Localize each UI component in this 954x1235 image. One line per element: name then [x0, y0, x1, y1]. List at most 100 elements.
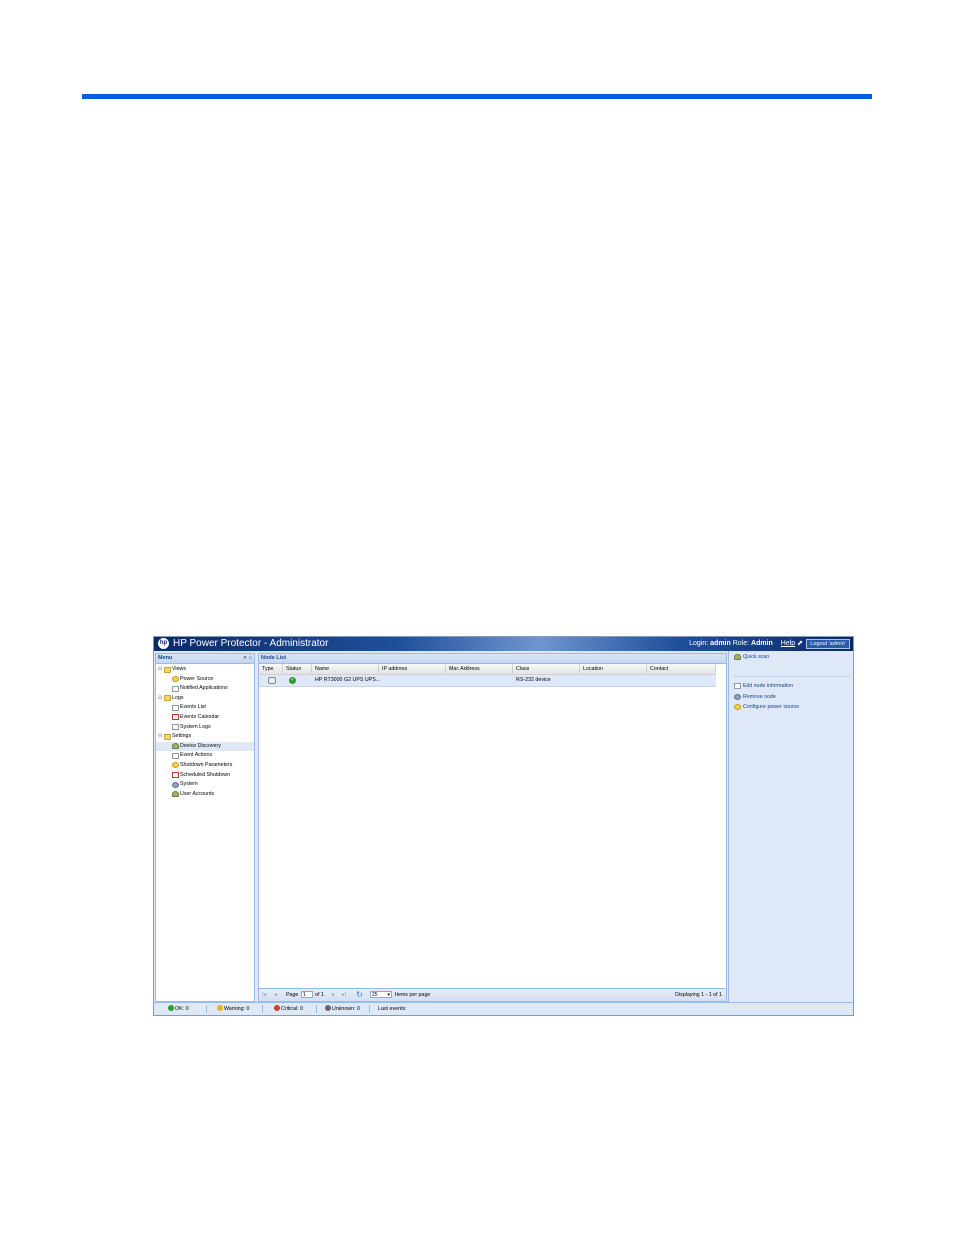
tree-item-power-source[interactable]: Power Source — [156, 675, 254, 685]
tree-label: Power Source — [180, 675, 214, 682]
ups-device-icon — [268, 677, 276, 684]
menu-collapse-icon[interactable]: « ⌂ — [243, 654, 252, 663]
column-class[interactable]: Class — [513, 664, 580, 674]
page-of-label: of 1 — [315, 992, 324, 998]
status-critical: Critical: 0 — [274, 1003, 303, 1015]
menu-header: Menu « ⌂ — [156, 654, 254, 664]
list-icon — [172, 704, 179, 711]
page-top-rule — [82, 94, 872, 99]
action-label: Configure power source — [743, 704, 800, 710]
tree-label: Event Actions — [180, 752, 213, 759]
login-label: Login: — [689, 640, 709, 647]
per-page-label: Items per page — [395, 992, 431, 998]
tree-label: Shutdown Parameters — [180, 761, 233, 768]
tree-label: Notified Applications — [180, 685, 228, 692]
users-icon — [172, 791, 179, 798]
cell-location — [580, 675, 647, 686]
column-location[interactable]: Location — [580, 664, 647, 674]
tree-label: Settings — [172, 733, 192, 740]
refresh-icon[interactable]: ↻ — [356, 989, 363, 1001]
tree-label: Views — [172, 666, 187, 672]
status-ok-icon: ✓ — [289, 677, 296, 684]
tree-item-system-logs[interactable]: System Logs — [156, 723, 254, 733]
tree-item-shutdown-parameters[interactable]: Shutdown Parameters — [156, 761, 254, 771]
action-label: Edit node information — [743, 683, 794, 689]
per-page-select[interactable]: 25 ▾ — [370, 991, 392, 998]
logout-button[interactable]: Logout 'admin' — [806, 639, 850, 649]
power-source-icon — [172, 676, 179, 683]
app-window: hp HP Power Protector - Administrator Lo… — [153, 636, 854, 1016]
expander-icon[interactable]: ⊟ — [158, 734, 163, 739]
chevron-down-icon: ▾ — [387, 992, 390, 998]
remove-icon — [734, 694, 741, 700]
table-row[interactable]: ✓ HP RT3000 G2 UPS UPS... RS-232 device — [259, 675, 716, 687]
last-events: Last events: — [378, 1006, 407, 1012]
help-link[interactable]: Help — [781, 640, 795, 647]
warning-icon — [217, 1005, 223, 1011]
list-icon — [172, 685, 179, 692]
column-mac-address[interactable]: Mac Address — [446, 664, 513, 674]
tree-item-event-actions[interactable]: Event Actions — [156, 751, 254, 761]
status-separator — [262, 1005, 263, 1013]
edit-icon — [734, 683, 741, 689]
node-list-header: Node List — [259, 654, 726, 664]
calendar-icon — [172, 772, 179, 779]
tree-label: Events Calendar — [180, 713, 220, 720]
cell-class: RS-232 device — [516, 677, 551, 683]
paging-toolbar: |◂ ◂ Page 1 of 1 ▸ ▸| ↻ 25 ▾ Items per p… — [259, 988, 726, 1001]
folder-icon — [164, 695, 171, 702]
hp-logo-icon: hp — [158, 638, 169, 649]
menu-title: Menu — [158, 655, 173, 661]
title-bar: hp HP Power Protector - Administrator Lo… — [154, 637, 853, 651]
power-source-icon — [734, 704, 741, 710]
tree-item-settings[interactable]: ⊟ Settings — [156, 732, 254, 742]
column-name[interactable]: Name — [312, 664, 379, 674]
login-info: Login: admin Role: Admin Help ⬈ — [689, 637, 803, 651]
tree-item-system[interactable]: System — [156, 780, 254, 790]
next-page-icon[interactable]: ▸ — [332, 989, 335, 1001]
page-input[interactable]: 1 — [301, 991, 313, 998]
status-separator — [206, 1005, 207, 1013]
tree-item-scheduled-shutdown[interactable]: Scheduled Shutdown — [156, 771, 254, 781]
last-page-icon[interactable]: ▸| — [342, 989, 346, 1001]
quick-scan-icon — [734, 654, 741, 660]
tree-item-notified-applications[interactable]: Notified Applications — [156, 684, 254, 694]
calendar-icon — [172, 714, 179, 721]
expander-icon[interactable]: ⊟ — [158, 695, 163, 701]
tree-item-events-calendar[interactable]: Events Calendar — [156, 713, 254, 723]
tree-item-events-list[interactable]: Events List — [156, 703, 254, 713]
column-contact[interactable]: Contact — [647, 664, 716, 674]
tree-label: System — [180, 781, 198, 788]
expander-icon[interactable]: ⊟ — [158, 667, 163, 672]
column-type[interactable]: Type — [259, 664, 283, 674]
tree-item-logs[interactable]: ⊟ Logs — [156, 694, 254, 704]
tree-item-user-accounts[interactable]: User Accounts — [156, 790, 254, 800]
page-label: Page — [286, 992, 299, 998]
prev-page-icon[interactable]: ◂ — [274, 989, 277, 1001]
document-icon — [172, 752, 179, 759]
shutdown-icon — [172, 762, 179, 769]
status-separator — [369, 1005, 370, 1013]
first-page-icon[interactable]: |◂ — [262, 989, 266, 1001]
unknown-icon — [325, 1005, 331, 1011]
tree-item-device-discovery[interactable]: Device Discovery — [156, 741, 254, 752]
status-warning: Warning: 0 — [217, 1003, 249, 1015]
tree-item-views[interactable]: ⊟ Views — [156, 665, 254, 675]
per-page-value: 25 — [372, 992, 378, 998]
role-value: Admin — [751, 640, 773, 647]
cell-name: HP RT3000 G2 UPS UPS... — [315, 677, 381, 683]
column-status[interactable]: Status — [283, 664, 312, 674]
tree-label: User Accounts — [180, 790, 215, 797]
critical-icon — [274, 1005, 280, 1011]
action-label: Quick scan — [743, 654, 770, 660]
document-icon — [172, 724, 179, 731]
cell-mac — [446, 675, 513, 686]
folder-icon — [164, 733, 171, 740]
node-list-title: Node List — [261, 655, 287, 661]
status-ok: OK: 0 — [168, 1003, 189, 1015]
cell-ip — [379, 675, 446, 686]
tree-label: Logs — [172, 694, 184, 701]
column-ip-address[interactable]: IP address — [379, 664, 446, 674]
help-icon[interactable]: ⬈ — [797, 640, 803, 647]
actions-divider — [733, 676, 850, 677]
